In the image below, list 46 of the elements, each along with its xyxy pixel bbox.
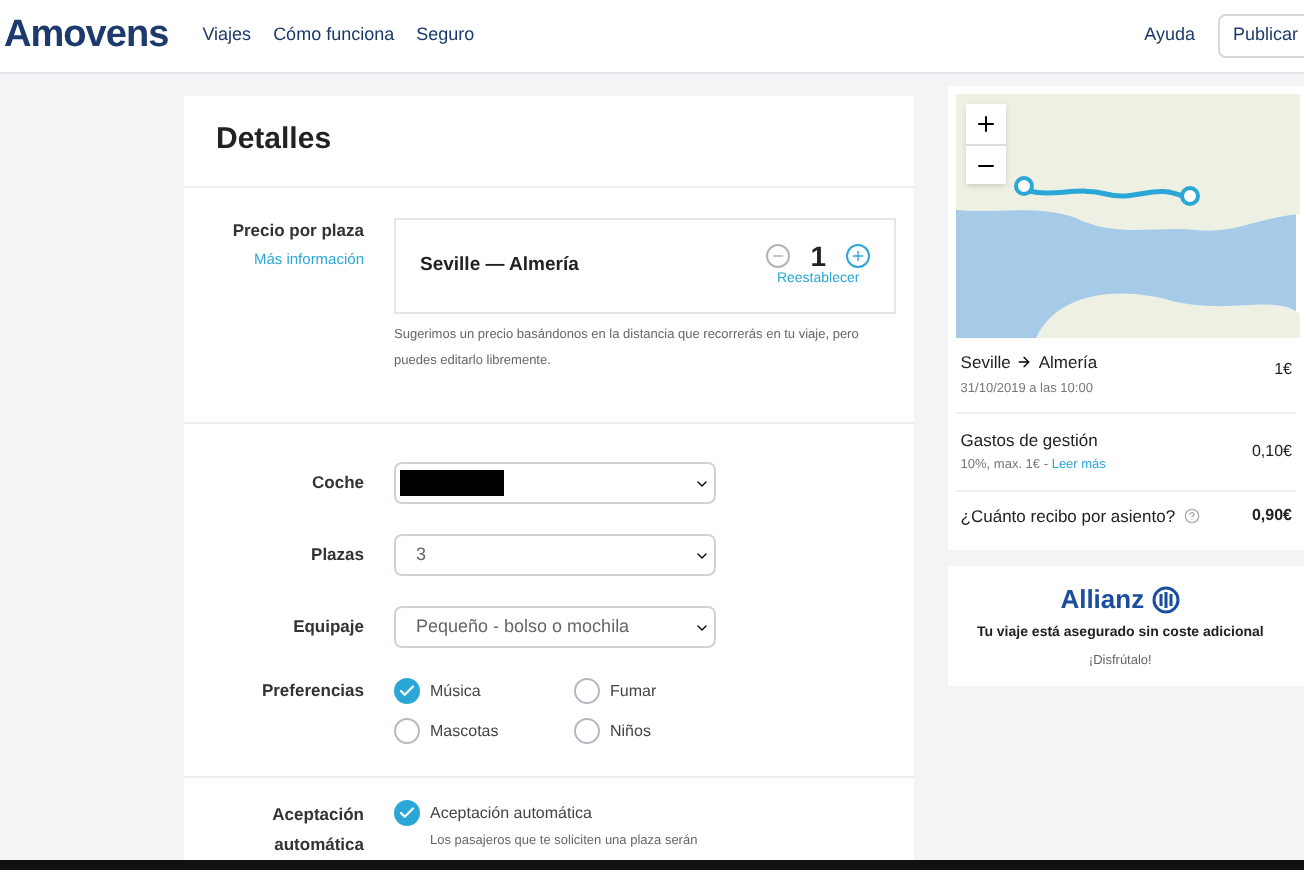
- checkbox[interactable]: [394, 718, 420, 745]
- checkbox-label: Mascotas: [430, 719, 499, 744]
- help-icon[interactable]: [1183, 508, 1200, 525]
- checkbox[interactable]: [574, 718, 600, 745]
- plus-icon: [974, 112, 999, 136]
- select-field[interactable]: Pequeño - bolso o mochila: [394, 606, 716, 649]
- field-label: Precio por plaza: [232, 218, 364, 244]
- publish-button[interactable]: Publicar: [1218, 14, 1304, 58]
- nav-link[interactable]: Viajes: [202, 22, 252, 50]
- decrease-button[interactable]: [766, 243, 791, 268]
- logo[interactable]: Amovens: [4, 7, 169, 65]
- checkbox[interactable]: [394, 678, 420, 705]
- plus-icon: [850, 247, 866, 264]
- fees-label: Gastos de gestión: [960, 427, 1100, 453]
- route-destination: Almería: [1038, 350, 1098, 376]
- checkbox[interactable]: [574, 678, 600, 705]
- checkbox[interactable]: [394, 800, 420, 826]
- checkbox-label: Música: [430, 679, 481, 704]
- field-label: Aceptación automática: [270, 802, 364, 858]
- nav-link[interactable]: Seguro: [416, 22, 475, 50]
- field-label: Plazas: [309, 542, 364, 568]
- fees-amount: 0,10€: [1251, 439, 1292, 464]
- field-label: Equipaje: [291, 614, 364, 640]
- insurance-logo: Allianz: [1060, 581, 1145, 618]
- field-label: Preferencias: [259, 678, 364, 705]
- checkbox-label: Fumar: [610, 679, 657, 704]
- help-link[interactable]: Ayuda: [1144, 22, 1195, 50]
- increase-button[interactable]: [846, 243, 870, 268]
- arrow-icon: [1016, 354, 1033, 371]
- field-label: Coche: [310, 470, 364, 496]
- check-icon: [398, 804, 416, 822]
- trip-price: 1€: [1274, 358, 1292, 382]
- price-value: 1: [810, 241, 826, 270]
- logo-icon: [1152, 585, 1181, 614]
- redaction-block: [400, 470, 504, 497]
- checkbox-label: Aceptación automática: [430, 801, 592, 825]
- seat-earnings-question: ¿Cuánto recibo por asiento?: [960, 504, 1176, 530]
- seat-earnings-amount: 0,90€: [1251, 504, 1292, 529]
- check-icon: [398, 682, 416, 701]
- checkbox-label: Niños: [610, 719, 651, 744]
- select-field[interactable]: 3: [394, 534, 716, 577]
- route-origin: Seville: [960, 350, 1011, 376]
- route-text: Seville — Almería: [420, 251, 579, 280]
- section-title: Detalles: [216, 120, 332, 161]
- select-field[interactable]: [394, 462, 716, 505]
- nav-link[interactable]: Cómo funciona: [273, 22, 395, 50]
